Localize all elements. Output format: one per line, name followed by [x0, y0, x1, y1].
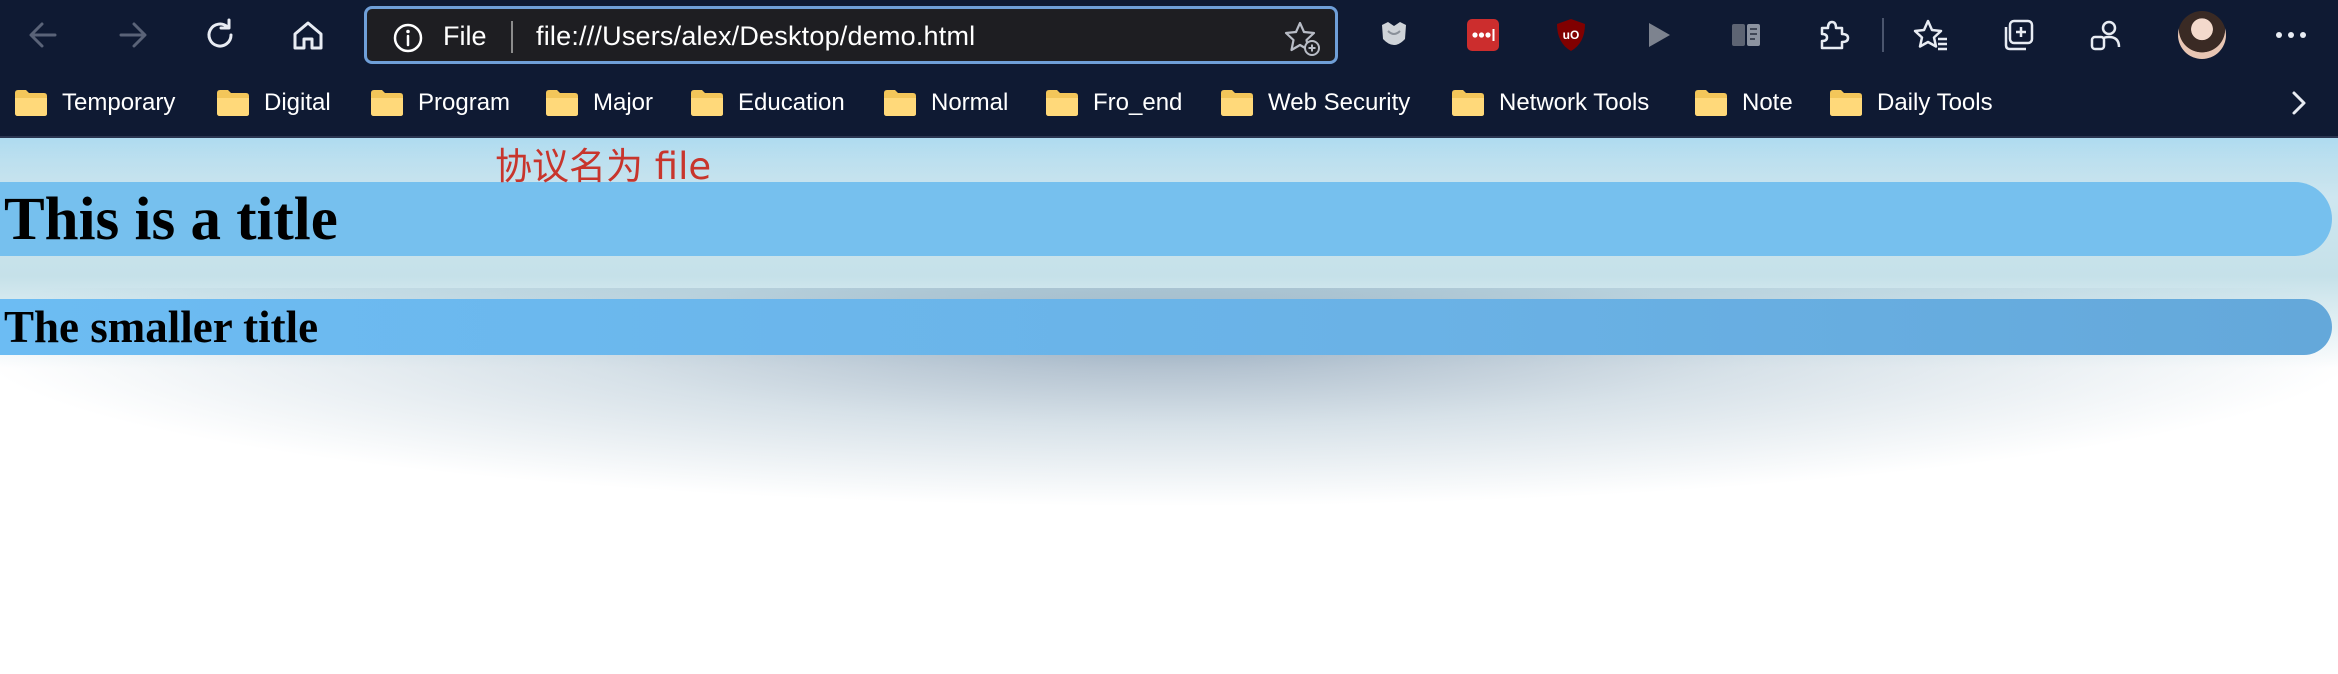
- arrow-right-icon: [119, 22, 147, 48]
- bookmark-label: Fro_end: [1093, 89, 1183, 116]
- page-content: This is a title The smaller title 协议名为 f…: [0, 138, 2338, 674]
- bookmark-folder[interactable]: Temporary: [14, 70, 175, 136]
- bookmark-folder[interactable]: Education: [690, 70, 845, 136]
- folder-icon: [1046, 90, 1078, 116]
- folder-icon: [546, 90, 578, 116]
- folder-icon: [15, 90, 47, 116]
- home-icon: [293, 21, 323, 50]
- folder-icon: [884, 90, 916, 116]
- svg-text:uO: uO: [1563, 28, 1580, 42]
- bookmark-folder[interactable]: Digital: [216, 70, 331, 136]
- bookmark-folder[interactable]: Daily Tools: [1829, 70, 1993, 136]
- folder-icon: [1221, 90, 1253, 116]
- refresh-button[interactable]: [197, 12, 243, 58]
- folder-icon: [1830, 90, 1862, 116]
- play-button[interactable]: [1637, 14, 1679, 56]
- more-button[interactable]: [2270, 14, 2312, 56]
- heading-1-block: This is a title: [0, 182, 2332, 256]
- info-icon[interactable]: [392, 22, 424, 54]
- bookmark-label: Temporary: [62, 89, 176, 116]
- bookmark-label: Web Security: [1268, 89, 1411, 116]
- bookmark-folder[interactable]: Fro_end: [1045, 70, 1182, 136]
- lastpass-button[interactable]: [1462, 14, 1504, 56]
- folder-icon: [371, 90, 403, 116]
- ublock-button[interactable]: uO: [1550, 14, 1592, 56]
- more-icon: [2276, 32, 2306, 38]
- bookmark-label: Network Tools: [1499, 89, 1650, 116]
- back-button[interactable]: [20, 12, 66, 58]
- bookmark-label: Education: [738, 89, 845, 116]
- forward-button[interactable]: [110, 12, 156, 58]
- bookmark-label: Digital: [264, 89, 331, 116]
- profile-switch-icon: [2090, 20, 2121, 51]
- bookmark-folder[interactable]: Program: [370, 70, 510, 136]
- bookmark-label: Major: [593, 89, 654, 116]
- bookmark-folder[interactable]: Normal: [883, 70, 1008, 136]
- bookmarks-bar: Temporary Digital Program Major Educatio…: [0, 70, 2338, 138]
- shield-extension-button[interactable]: [1373, 14, 1415, 56]
- arrow-left-icon: [29, 22, 57, 48]
- protocol-annotation: 协议名为 file: [495, 145, 712, 188]
- extensions-button[interactable]: [1812, 14, 1854, 56]
- folder-icon: [691, 90, 723, 116]
- bookmark-folder[interactable]: Web Security: [1220, 70, 1410, 136]
- home-button[interactable]: [285, 12, 331, 58]
- folder-icon: [1452, 90, 1484, 116]
- favorites-button[interactable]: [1910, 14, 1952, 56]
- favorites-icon: [1913, 19, 1947, 51]
- heading-2-block: The smaller title: [0, 299, 2332, 355]
- reader-icon: [1732, 24, 1760, 46]
- url-text[interactable]: file:///Users/alex/Desktop/demo.html: [536, 21, 975, 51]
- ublock-icon: uO: [1557, 19, 1585, 51]
- heading-2: The smaller title: [4, 302, 319, 352]
- collections-icon: [2004, 19, 2034, 51]
- bookmark-label: Note: [1742, 89, 1793, 116]
- puzzle-icon: [1820, 20, 1850, 50]
- browser-toolbar: File file:///Users/alex/Desktop/demo.htm…: [0, 0, 2338, 70]
- play-icon: [1649, 23, 1670, 47]
- bookmark-label: Program: [418, 89, 511, 116]
- lastpass-icon: [1467, 19, 1499, 51]
- bookmark-folder[interactable]: Network Tools: [1451, 70, 1649, 136]
- bookmark-label: Normal: [931, 89, 1009, 116]
- bookmark-label: Daily Tools: [1877, 89, 1993, 116]
- bookmark-folder[interactable]: Note: [1694, 70, 1793, 136]
- folder-icon: [1695, 90, 1727, 116]
- avatar[interactable]: [2178, 11, 2226, 59]
- reader-button[interactable]: [1725, 14, 1767, 56]
- address-divider: [511, 21, 513, 53]
- add-favorite-icon[interactable]: [1283, 19, 1321, 57]
- refresh-icon: [207, 18, 233, 48]
- folder-icon: [217, 90, 249, 116]
- shield-extension-icon: [1382, 22, 1406, 45]
- heading-1: This is a title: [4, 186, 338, 253]
- profile-switch-button[interactable]: [2086, 14, 2128, 56]
- address-bar[interactable]: File file:///Users/alex/Desktop/demo.htm…: [364, 6, 1338, 64]
- protocol-label[interactable]: File: [443, 21, 487, 51]
- collections-button[interactable]: [1998, 14, 2040, 56]
- bookmark-folder[interactable]: Major: [545, 70, 653, 136]
- toolbar-divider: [1882, 18, 1884, 52]
- chevron-right-icon[interactable]: [2288, 88, 2310, 118]
